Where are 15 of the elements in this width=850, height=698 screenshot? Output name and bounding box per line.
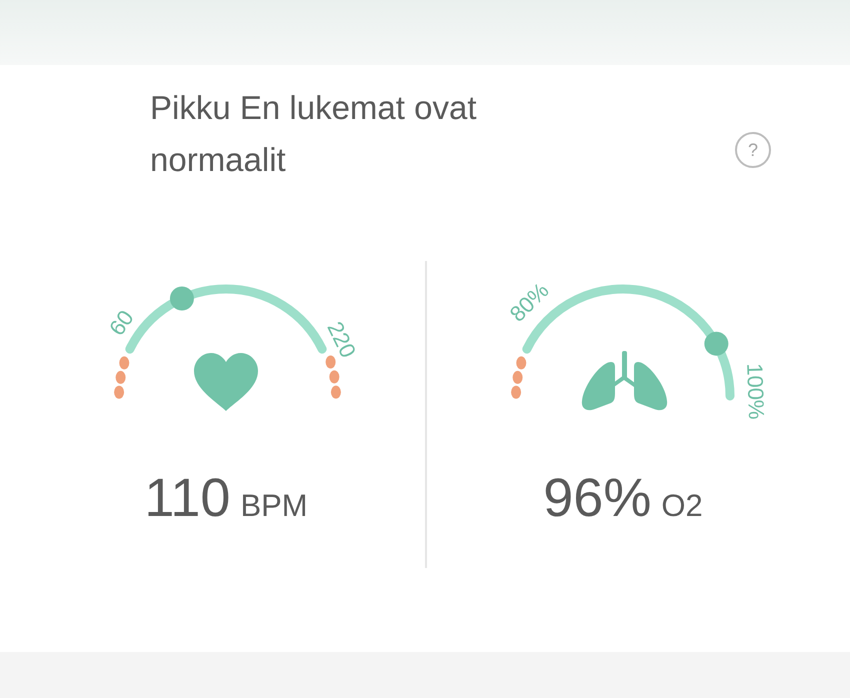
- reading-value: 96%: [543, 468, 652, 528]
- lungs-icon: [582, 351, 668, 410]
- status-heading: Pikku En lukemat ovat normaalit: [150, 88, 478, 180]
- max-label: 220: [322, 318, 361, 362]
- reading-value: 110: [144, 468, 230, 528]
- reading-unit: BPM: [240, 487, 308, 525]
- help-button[interactable]: ?: [735, 132, 771, 168]
- min-label: 60: [104, 306, 139, 340]
- low-range-dots: [114, 356, 130, 399]
- high-range-dots: [326, 356, 341, 399]
- low-range-dots: [511, 356, 526, 399]
- reading-unit: O2: [661, 487, 703, 525]
- min-label: 80%: [504, 278, 554, 327]
- max-label: 100%: [742, 362, 770, 420]
- heart-icon: [194, 353, 258, 411]
